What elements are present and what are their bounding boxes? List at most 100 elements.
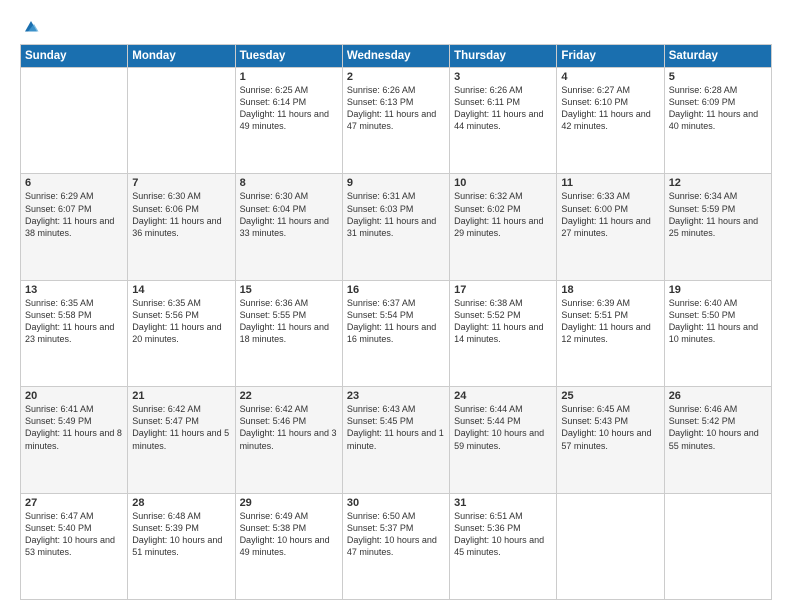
day-number: 16 [347,284,445,296]
day-info: Sunrise: 6:25 AM Sunset: 6:14 PM Dayligh… [240,84,338,133]
day-number: 21 [132,390,230,402]
calendar-cell [128,68,235,174]
calendar-cell: 19Sunrise: 6:40 AM Sunset: 5:50 PM Dayli… [664,280,771,386]
calendar-header: SundayMondayTuesdayWednesdayThursdayFrid… [21,45,772,68]
calendar-cell: 27Sunrise: 6:47 AM Sunset: 5:40 PM Dayli… [21,493,128,599]
day-info: Sunrise: 6:50 AM Sunset: 5:37 PM Dayligh… [347,510,445,559]
day-number: 17 [454,284,552,296]
day-info: Sunrise: 6:37 AM Sunset: 5:54 PM Dayligh… [347,297,445,346]
day-number: 9 [347,177,445,189]
day-number: 30 [347,497,445,509]
day-info: Sunrise: 6:41 AM Sunset: 5:49 PM Dayligh… [25,403,123,452]
calendar-cell: 12Sunrise: 6:34 AM Sunset: 5:59 PM Dayli… [664,174,771,280]
header-day: Friday [557,45,664,68]
calendar-cell: 4Sunrise: 6:27 AM Sunset: 6:10 PM Daylig… [557,68,664,174]
calendar-cell: 30Sunrise: 6:50 AM Sunset: 5:37 PM Dayli… [342,493,449,599]
day-info: Sunrise: 6:36 AM Sunset: 5:55 PM Dayligh… [240,297,338,346]
day-info: Sunrise: 6:26 AM Sunset: 6:13 PM Dayligh… [347,84,445,133]
day-number: 22 [240,390,338,402]
day-number: 12 [669,177,767,189]
calendar-cell [557,493,664,599]
day-number: 11 [561,177,659,189]
calendar-cell: 28Sunrise: 6:48 AM Sunset: 5:39 PM Dayli… [128,493,235,599]
header-day: Sunday [21,45,128,68]
day-info: Sunrise: 6:32 AM Sunset: 6:02 PM Dayligh… [454,190,552,239]
day-info: Sunrise: 6:30 AM Sunset: 6:04 PM Dayligh… [240,190,338,239]
calendar-cell: 17Sunrise: 6:38 AM Sunset: 5:52 PM Dayli… [450,280,557,386]
day-info: Sunrise: 6:46 AM Sunset: 5:42 PM Dayligh… [669,403,767,452]
day-number: 29 [240,497,338,509]
calendar-week-row: 27Sunrise: 6:47 AM Sunset: 5:40 PM Dayli… [21,493,772,599]
calendar-cell: 3Sunrise: 6:26 AM Sunset: 6:11 PM Daylig… [450,68,557,174]
day-info: Sunrise: 6:34 AM Sunset: 5:59 PM Dayligh… [669,190,767,239]
calendar-cell: 22Sunrise: 6:42 AM Sunset: 5:46 PM Dayli… [235,387,342,493]
calendar-cell: 15Sunrise: 6:36 AM Sunset: 5:55 PM Dayli… [235,280,342,386]
calendar-cell: 23Sunrise: 6:43 AM Sunset: 5:45 PM Dayli… [342,387,449,493]
day-number: 19 [669,284,767,296]
day-info: Sunrise: 6:26 AM Sunset: 6:11 PM Dayligh… [454,84,552,133]
day-number: 8 [240,177,338,189]
day-info: Sunrise: 6:35 AM Sunset: 5:56 PM Dayligh… [132,297,230,346]
day-number: 25 [561,390,659,402]
header [20,16,772,36]
calendar-cell: 31Sunrise: 6:51 AM Sunset: 5:36 PM Dayli… [450,493,557,599]
day-info: Sunrise: 6:42 AM Sunset: 5:46 PM Dayligh… [240,403,338,452]
calendar-cell: 14Sunrise: 6:35 AM Sunset: 5:56 PM Dayli… [128,280,235,386]
header-row: SundayMondayTuesdayWednesdayThursdayFrid… [21,45,772,68]
day-info: Sunrise: 6:42 AM Sunset: 5:47 PM Dayligh… [132,403,230,452]
calendar-cell: 16Sunrise: 6:37 AM Sunset: 5:54 PM Dayli… [342,280,449,386]
day-number: 28 [132,497,230,509]
calendar-cell: 25Sunrise: 6:45 AM Sunset: 5:43 PM Dayli… [557,387,664,493]
day-info: Sunrise: 6:29 AM Sunset: 6:07 PM Dayligh… [25,190,123,239]
day-info: Sunrise: 6:27 AM Sunset: 6:10 PM Dayligh… [561,84,659,133]
calendar-table: SundayMondayTuesdayWednesdayThursdayFrid… [20,44,772,600]
calendar-cell: 13Sunrise: 6:35 AM Sunset: 5:58 PM Dayli… [21,280,128,386]
logo [20,16,40,36]
day-number: 7 [132,177,230,189]
calendar-week-row: 20Sunrise: 6:41 AM Sunset: 5:49 PM Dayli… [21,387,772,493]
calendar-cell: 7Sunrise: 6:30 AM Sunset: 6:06 PM Daylig… [128,174,235,280]
calendar-cell: 20Sunrise: 6:41 AM Sunset: 5:49 PM Dayli… [21,387,128,493]
day-info: Sunrise: 6:45 AM Sunset: 5:43 PM Dayligh… [561,403,659,452]
day-number: 4 [561,71,659,83]
calendar-cell: 2Sunrise: 6:26 AM Sunset: 6:13 PM Daylig… [342,68,449,174]
day-info: Sunrise: 6:48 AM Sunset: 5:39 PM Dayligh… [132,510,230,559]
calendar-cell: 10Sunrise: 6:32 AM Sunset: 6:02 PM Dayli… [450,174,557,280]
calendar-cell [664,493,771,599]
calendar-body: 1Sunrise: 6:25 AM Sunset: 6:14 PM Daylig… [21,68,772,600]
calendar-cell: 6Sunrise: 6:29 AM Sunset: 6:07 PM Daylig… [21,174,128,280]
day-info: Sunrise: 6:28 AM Sunset: 6:09 PM Dayligh… [669,84,767,133]
day-info: Sunrise: 6:38 AM Sunset: 5:52 PM Dayligh… [454,297,552,346]
header-day: Saturday [664,45,771,68]
day-number: 3 [454,71,552,83]
day-number: 24 [454,390,552,402]
calendar-cell: 29Sunrise: 6:49 AM Sunset: 5:38 PM Dayli… [235,493,342,599]
day-info: Sunrise: 6:47 AM Sunset: 5:40 PM Dayligh… [25,510,123,559]
day-info: Sunrise: 6:35 AM Sunset: 5:58 PM Dayligh… [25,297,123,346]
day-number: 10 [454,177,552,189]
logo-icon [22,18,40,36]
day-number: 14 [132,284,230,296]
day-info: Sunrise: 6:40 AM Sunset: 5:50 PM Dayligh… [669,297,767,346]
calendar-week-row: 13Sunrise: 6:35 AM Sunset: 5:58 PM Dayli… [21,280,772,386]
day-info: Sunrise: 6:49 AM Sunset: 5:38 PM Dayligh… [240,510,338,559]
calendar-cell: 24Sunrise: 6:44 AM Sunset: 5:44 PM Dayli… [450,387,557,493]
calendar-cell: 8Sunrise: 6:30 AM Sunset: 6:04 PM Daylig… [235,174,342,280]
calendar-cell: 1Sunrise: 6:25 AM Sunset: 6:14 PM Daylig… [235,68,342,174]
day-info: Sunrise: 6:31 AM Sunset: 6:03 PM Dayligh… [347,190,445,239]
day-number: 18 [561,284,659,296]
day-number: 26 [669,390,767,402]
header-day: Thursday [450,45,557,68]
page: SundayMondayTuesdayWednesdayThursdayFrid… [0,0,792,612]
day-number: 13 [25,284,123,296]
calendar-cell: 5Sunrise: 6:28 AM Sunset: 6:09 PM Daylig… [664,68,771,174]
header-day: Tuesday [235,45,342,68]
day-info: Sunrise: 6:44 AM Sunset: 5:44 PM Dayligh… [454,403,552,452]
calendar-cell: 18Sunrise: 6:39 AM Sunset: 5:51 PM Dayli… [557,280,664,386]
calendar-cell [21,68,128,174]
calendar-week-row: 6Sunrise: 6:29 AM Sunset: 6:07 PM Daylig… [21,174,772,280]
calendar-cell: 26Sunrise: 6:46 AM Sunset: 5:42 PM Dayli… [664,387,771,493]
day-number: 15 [240,284,338,296]
day-info: Sunrise: 6:39 AM Sunset: 5:51 PM Dayligh… [561,297,659,346]
day-number: 23 [347,390,445,402]
